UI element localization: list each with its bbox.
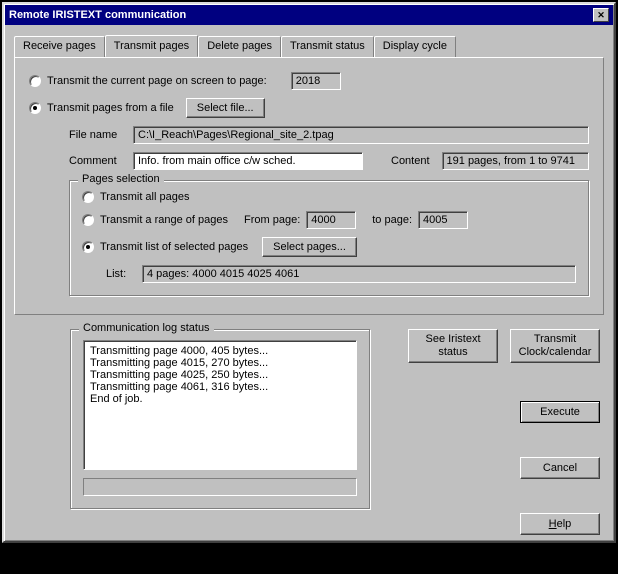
log-line: Transmitting page 4061, 316 bytes... bbox=[90, 381, 350, 393]
radio-transmit-file-label: Transmit pages from a file bbox=[47, 102, 174, 114]
radio-transmit-range-label: Transmit a range of pages bbox=[100, 214, 228, 226]
radio-transmit-list[interactable] bbox=[82, 241, 94, 253]
log-line: Transmitting page 4015, 270 bytes... bbox=[90, 357, 350, 369]
radio-transmit-list-label: Transmit list of selected pages bbox=[100, 241, 248, 253]
tab-transmit-pages[interactable]: Transmit pages bbox=[105, 35, 198, 57]
transmit-clock-button[interactable]: Transmit Clock/calendar bbox=[510, 329, 600, 363]
see-iristext-status-button[interactable]: See Iristext status bbox=[408, 329, 498, 363]
titlebar: Remote IRISTEXT communication ✕ bbox=[5, 5, 613, 25]
radio-transmit-file[interactable] bbox=[29, 102, 41, 114]
content-label: Content bbox=[391, 155, 430, 167]
selected-pages-field: 4 pages: 4000 4015 4025 4061 bbox=[142, 265, 576, 283]
radio-transmit-range[interactable] bbox=[82, 214, 94, 226]
log-line: Transmitting page 4000, 405 bytes... bbox=[90, 345, 350, 357]
log-line: End of job. bbox=[90, 393, 350, 405]
close-icon[interactable]: ✕ bbox=[593, 8, 609, 22]
client-area: Receive pages Transmit pages Delete page… bbox=[4, 26, 614, 541]
help-button[interactable]: Help bbox=[520, 513, 600, 535]
tab-delete-pages[interactable]: Delete pages bbox=[198, 36, 281, 58]
bottom-area: Communication log status Transmitting pa… bbox=[14, 329, 604, 535]
window-title: Remote IRISTEXT communication bbox=[9, 9, 186, 21]
log-line: Transmitting page 4025, 250 bytes... bbox=[90, 369, 350, 381]
radio-transmit-current[interactable] bbox=[29, 75, 41, 87]
log-legend: Communication log status bbox=[79, 322, 214, 334]
list-label: List: bbox=[106, 268, 136, 280]
see-status-label: See Iristext status bbox=[419, 333, 487, 359]
tab-transmit-status[interactable]: Transmit status bbox=[281, 36, 374, 58]
tab-strip: Receive pages Transmit pages Delete page… bbox=[14, 36, 604, 58]
pages-selection-legend: Pages selection bbox=[78, 173, 164, 185]
transmit-panel: Transmit the current page on screen to p… bbox=[14, 57, 604, 315]
log-group: Communication log status Transmitting pa… bbox=[70, 329, 370, 509]
pages-selection-group: Pages selection Transmit all pages Trans… bbox=[69, 180, 589, 296]
execute-button[interactable]: Execute bbox=[520, 401, 600, 423]
from-page-field[interactable]: 4000 bbox=[306, 211, 356, 229]
current-page-field[interactable]: 2018 bbox=[291, 72, 341, 90]
to-page-label: to page: bbox=[372, 214, 412, 226]
comment-label: Comment bbox=[69, 155, 127, 167]
from-page-label: From page: bbox=[244, 214, 300, 226]
log-status-bar bbox=[83, 478, 357, 496]
tab-receive-pages[interactable]: Receive pages bbox=[14, 36, 105, 58]
comment-field[interactable]: Info. from main office c/w sched. bbox=[133, 152, 363, 170]
file-name-field[interactable]: C:\I_Reach\Pages\Regional_site_2.tpag bbox=[133, 126, 589, 144]
content-field: 191 pages, from 1 to 9741 bbox=[442, 152, 589, 170]
transmit-clock-label: Transmit Clock/calendar bbox=[519, 333, 592, 359]
radio-transmit-current-label: Transmit the current page on screen to p… bbox=[47, 75, 267, 87]
log-panel: Transmitting page 4000, 405 bytes... Tra… bbox=[83, 340, 357, 470]
select-pages-button[interactable]: Select pages... bbox=[262, 237, 357, 257]
file-name-label: File name bbox=[69, 129, 127, 141]
radio-transmit-all[interactable] bbox=[82, 191, 94, 203]
main-window: Remote IRISTEXT communication ✕ Receive … bbox=[2, 2, 616, 543]
cancel-button[interactable]: Cancel bbox=[520, 457, 600, 479]
to-page-field[interactable]: 4005 bbox=[418, 211, 468, 229]
select-file-button[interactable]: Select file... bbox=[186, 98, 265, 118]
radio-transmit-all-label: Transmit all pages bbox=[100, 191, 189, 203]
tab-display-cycle[interactable]: Display cycle bbox=[374, 36, 456, 58]
